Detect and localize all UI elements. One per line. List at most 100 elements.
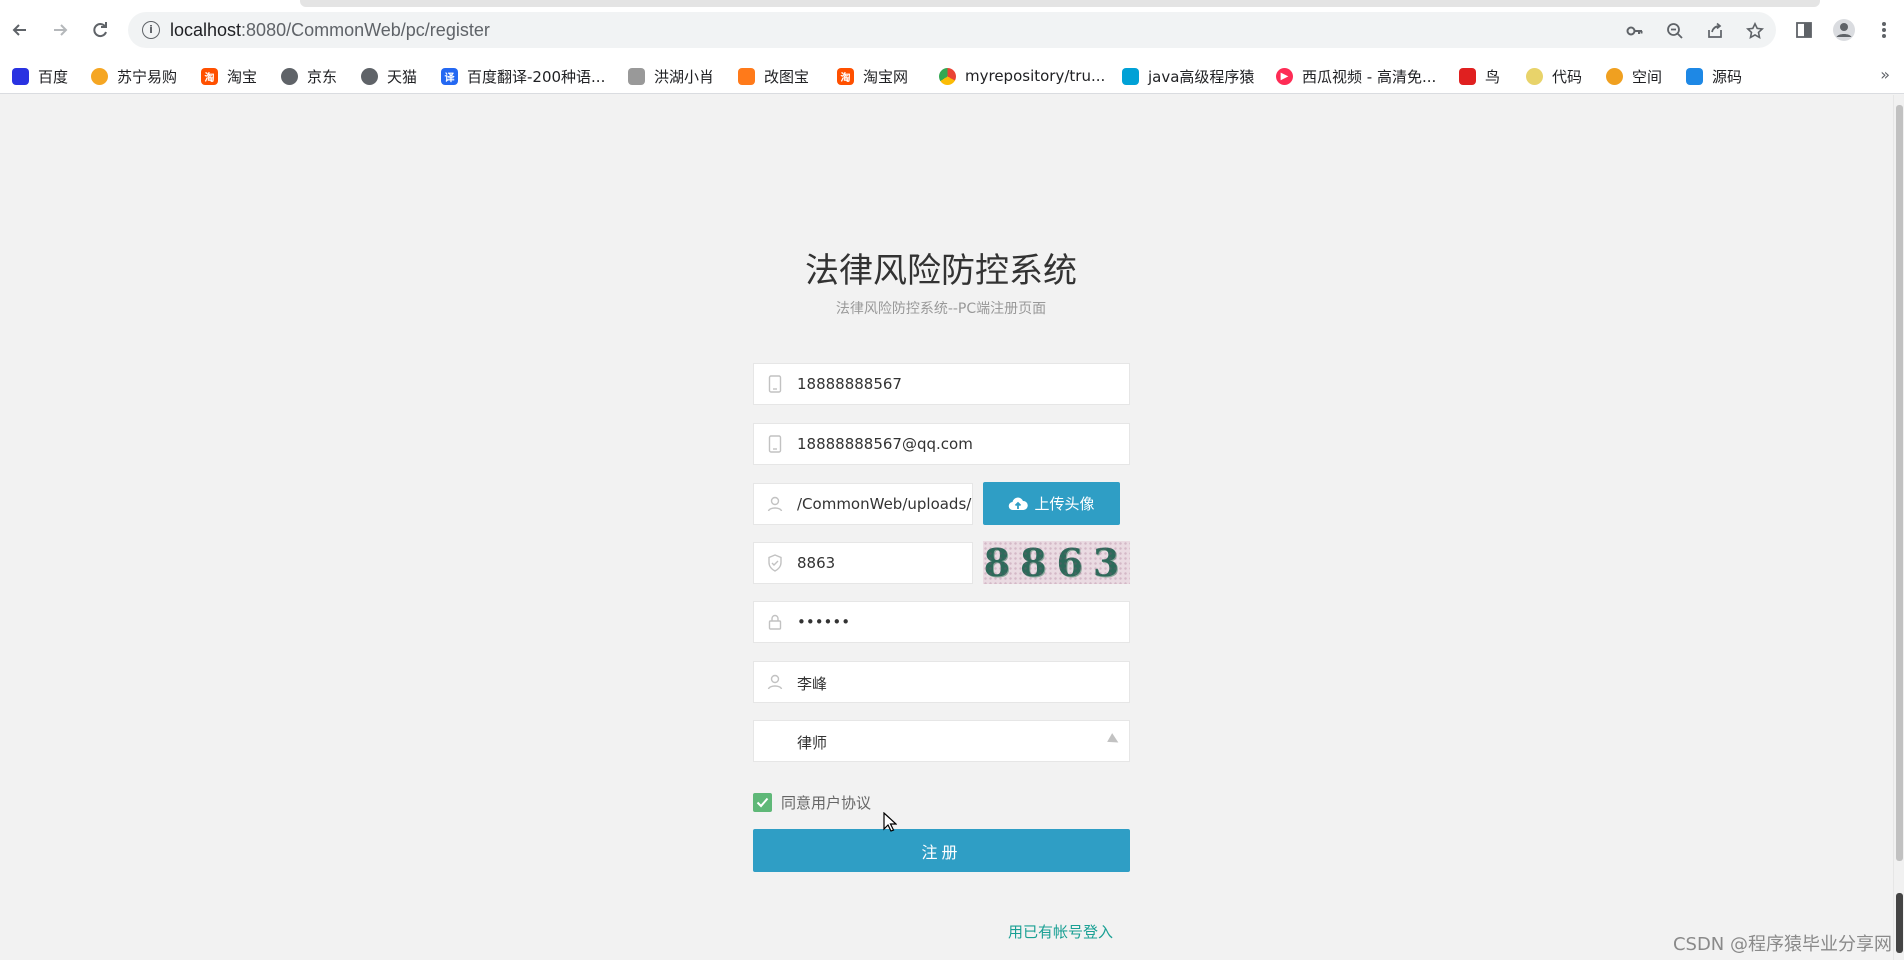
suning-icon <box>91 67 108 85</box>
fish-icon <box>1686 67 1703 85</box>
bookmark-item[interactable]: 天猫 <box>361 65 417 87</box>
bookmark-label: 空间 <box>1632 67 1663 86</box>
bookmark-item[interactable]: 代码 <box>1526 65 1582 87</box>
password-field[interactable]: •••••• <box>753 601 1130 643</box>
bookmark-item[interactable]: 改图宝 <box>738 65 809 87</box>
scrollbar-thumb-marker <box>1896 893 1903 953</box>
captcha-image[interactable]: 8863 <box>983 541 1130 584</box>
star-icon[interactable] <box>1744 20 1766 42</box>
role-select[interactable]: 律师 <box>753 720 1130 762</box>
email-value: 18888888567@qq.com <box>797 435 973 453</box>
bookmark-label: 源码 <box>1712 67 1743 86</box>
user-icon <box>766 495 784 513</box>
bookmark-item[interactable]: 源码 <box>1686 65 1742 87</box>
side-panel-button[interactable] <box>1790 16 1818 44</box>
page-scrollbar[interactable] <box>1893 95 1904 960</box>
reload-button[interactable] <box>86 16 114 44</box>
login-link[interactable]: 用已有帐号登入 <box>1008 921 1113 942</box>
code-icon <box>1526 67 1543 85</box>
bookmark-label: 改图宝 <box>764 67 810 86</box>
bookmark-item[interactable]: 鸟 <box>1459 65 1500 87</box>
bookmark-label: 百度翻译-200种语... <box>467 67 606 86</box>
chrome-icon <box>939 67 956 85</box>
bookmark-item[interactable]: 京东 <box>281 65 337 87</box>
phone-icon <box>766 375 784 393</box>
bookmarks-overflow-button[interactable]: » <box>1880 65 1890 84</box>
lock-icon <box>766 613 784 631</box>
upload-avatar-button[interactable]: 上传头像 <box>983 482 1120 525</box>
shield-icon <box>766 554 784 572</box>
role-value: 律师 <box>797 734 828 752</box>
bookmark-item[interactable]: ▶ 西瓜视频 - 高清免... <box>1276 65 1436 87</box>
name-field[interactable]: 李峰 <box>753 661 1130 703</box>
name-value: 李峰 <box>797 675 828 693</box>
bookmark-label: 淘宝 <box>227 67 258 86</box>
bookmark-label: 苏宁易购 <box>117 67 178 86</box>
scrollbar-thumb[interactable] <box>1896 105 1903 861</box>
back-button[interactable] <box>6 16 34 44</box>
side-panel-icon <box>1796 22 1812 38</box>
captcha-value: 8863 <box>797 554 836 572</box>
password-value: •••••• <box>797 613 851 631</box>
agree-checkbox-row[interactable]: 同意用户协议 <box>753 792 871 812</box>
bookmark-item[interactable]: 淘淘宝网 <box>837 65 908 87</box>
bookmark-label: myrepository/tru... <box>965 67 1106 85</box>
bird-icon <box>628 67 645 85</box>
register-button[interactable]: 注册 <box>753 829 1130 872</box>
url-path: :8080/CommonWeb/pc/register <box>241 20 490 40</box>
phone-field[interactable]: 18888888567 <box>753 363 1130 405</box>
bookmark-label: 京东 <box>307 67 338 86</box>
kebab-menu-icon <box>1882 22 1886 38</box>
bookmark-label: 西瓜视频 - 高清免... <box>1302 67 1437 86</box>
site-info-icon[interactable]: i <box>142 21 160 39</box>
bird-red-icon <box>1459 67 1476 85</box>
xigua-icon: ▶ <box>1276 67 1293 85</box>
bookmark-item[interactable]: 百度 <box>12 65 68 87</box>
globe-icon <box>361 67 378 85</box>
globe-icon <box>281 67 298 85</box>
forward-button[interactable] <box>46 16 74 44</box>
qzone-icon <box>1606 67 1623 85</box>
menu-button[interactable] <box>1870 16 1898 44</box>
reload-icon <box>93 22 107 38</box>
arrow-left-icon <box>12 24 26 36</box>
page-title: 法律风险防控系统 <box>805 251 1077 291</box>
taobao-icon: 淘 <box>201 67 218 85</box>
profile-button[interactable] <box>1830 16 1858 44</box>
user-icon <box>766 673 784 691</box>
email-field[interactable]: 18888888567@qq.com <box>753 423 1130 465</box>
browser-toolbar: i localhost:8080/CommonWeb/pc/register <box>0 0 1904 58</box>
share-icon[interactable] <box>1704 20 1726 42</box>
upload-avatar-label: 上传头像 <box>1034 495 1095 513</box>
bookmark-label: 鸟 <box>1485 67 1501 86</box>
avatar-path-field[interactable]: /CommonWeb/uploads/16 <box>753 483 973 525</box>
key-icon[interactable] <box>1624 20 1646 42</box>
bookmark-label: 天猫 <box>387 67 418 86</box>
bookmark-item[interactable]: java高级程序猿 <box>1122 65 1254 87</box>
bookmark-label: 百度 <box>38 67 69 86</box>
bookmark-item[interactable]: 洪湖小肖 <box>628 65 714 87</box>
cloud-upload-icon <box>1008 496 1029 512</box>
page-subtitle: 法律风险防控系统--PC端注册页面 <box>835 301 1047 317</box>
bookmark-item[interactable]: 苏宁易购 <box>91 65 177 87</box>
bookmark-item[interactable]: myrepository/tru... <box>939 65 1105 87</box>
checkbox-checked-icon[interactable] <box>753 792 772 812</box>
dropdown-arrow-icon <box>1107 733 1121 747</box>
address-bar[interactable]: i localhost:8080/CommonWeb/pc/register <box>128 12 1776 48</box>
baidu-translate-icon: 译 <box>441 67 458 85</box>
captcha-field[interactable]: 8863 <box>753 542 973 584</box>
url-text[interactable]: localhost:8080/CommonWeb/pc/register <box>170 20 490 41</box>
phone-icon <box>766 435 784 453</box>
arrow-right-icon <box>54 24 68 36</box>
zoom-out-icon[interactable] <box>1664 20 1686 42</box>
bookmark-item[interactable]: 空间 <box>1606 65 1662 87</box>
bookmarks-bar: 百度 苏宁易购 淘淘宝 京东 天猫 译百度翻译-200种语... 洪湖小肖 改图… <box>0 58 1904 94</box>
mouse-cursor-icon <box>883 811 898 836</box>
bookmark-item[interactable]: 淘淘宝 <box>201 65 257 87</box>
avatar-path-value: /CommonWeb/uploads/16 <box>797 495 972 513</box>
url-host: localhost <box>170 20 242 40</box>
baidu-icon <box>12 67 29 85</box>
bookmark-item[interactable]: 译百度翻译-200种语... <box>441 65 605 87</box>
bookmark-label: 洪湖小肖 <box>654 67 715 86</box>
bilibili-icon <box>1122 67 1139 85</box>
